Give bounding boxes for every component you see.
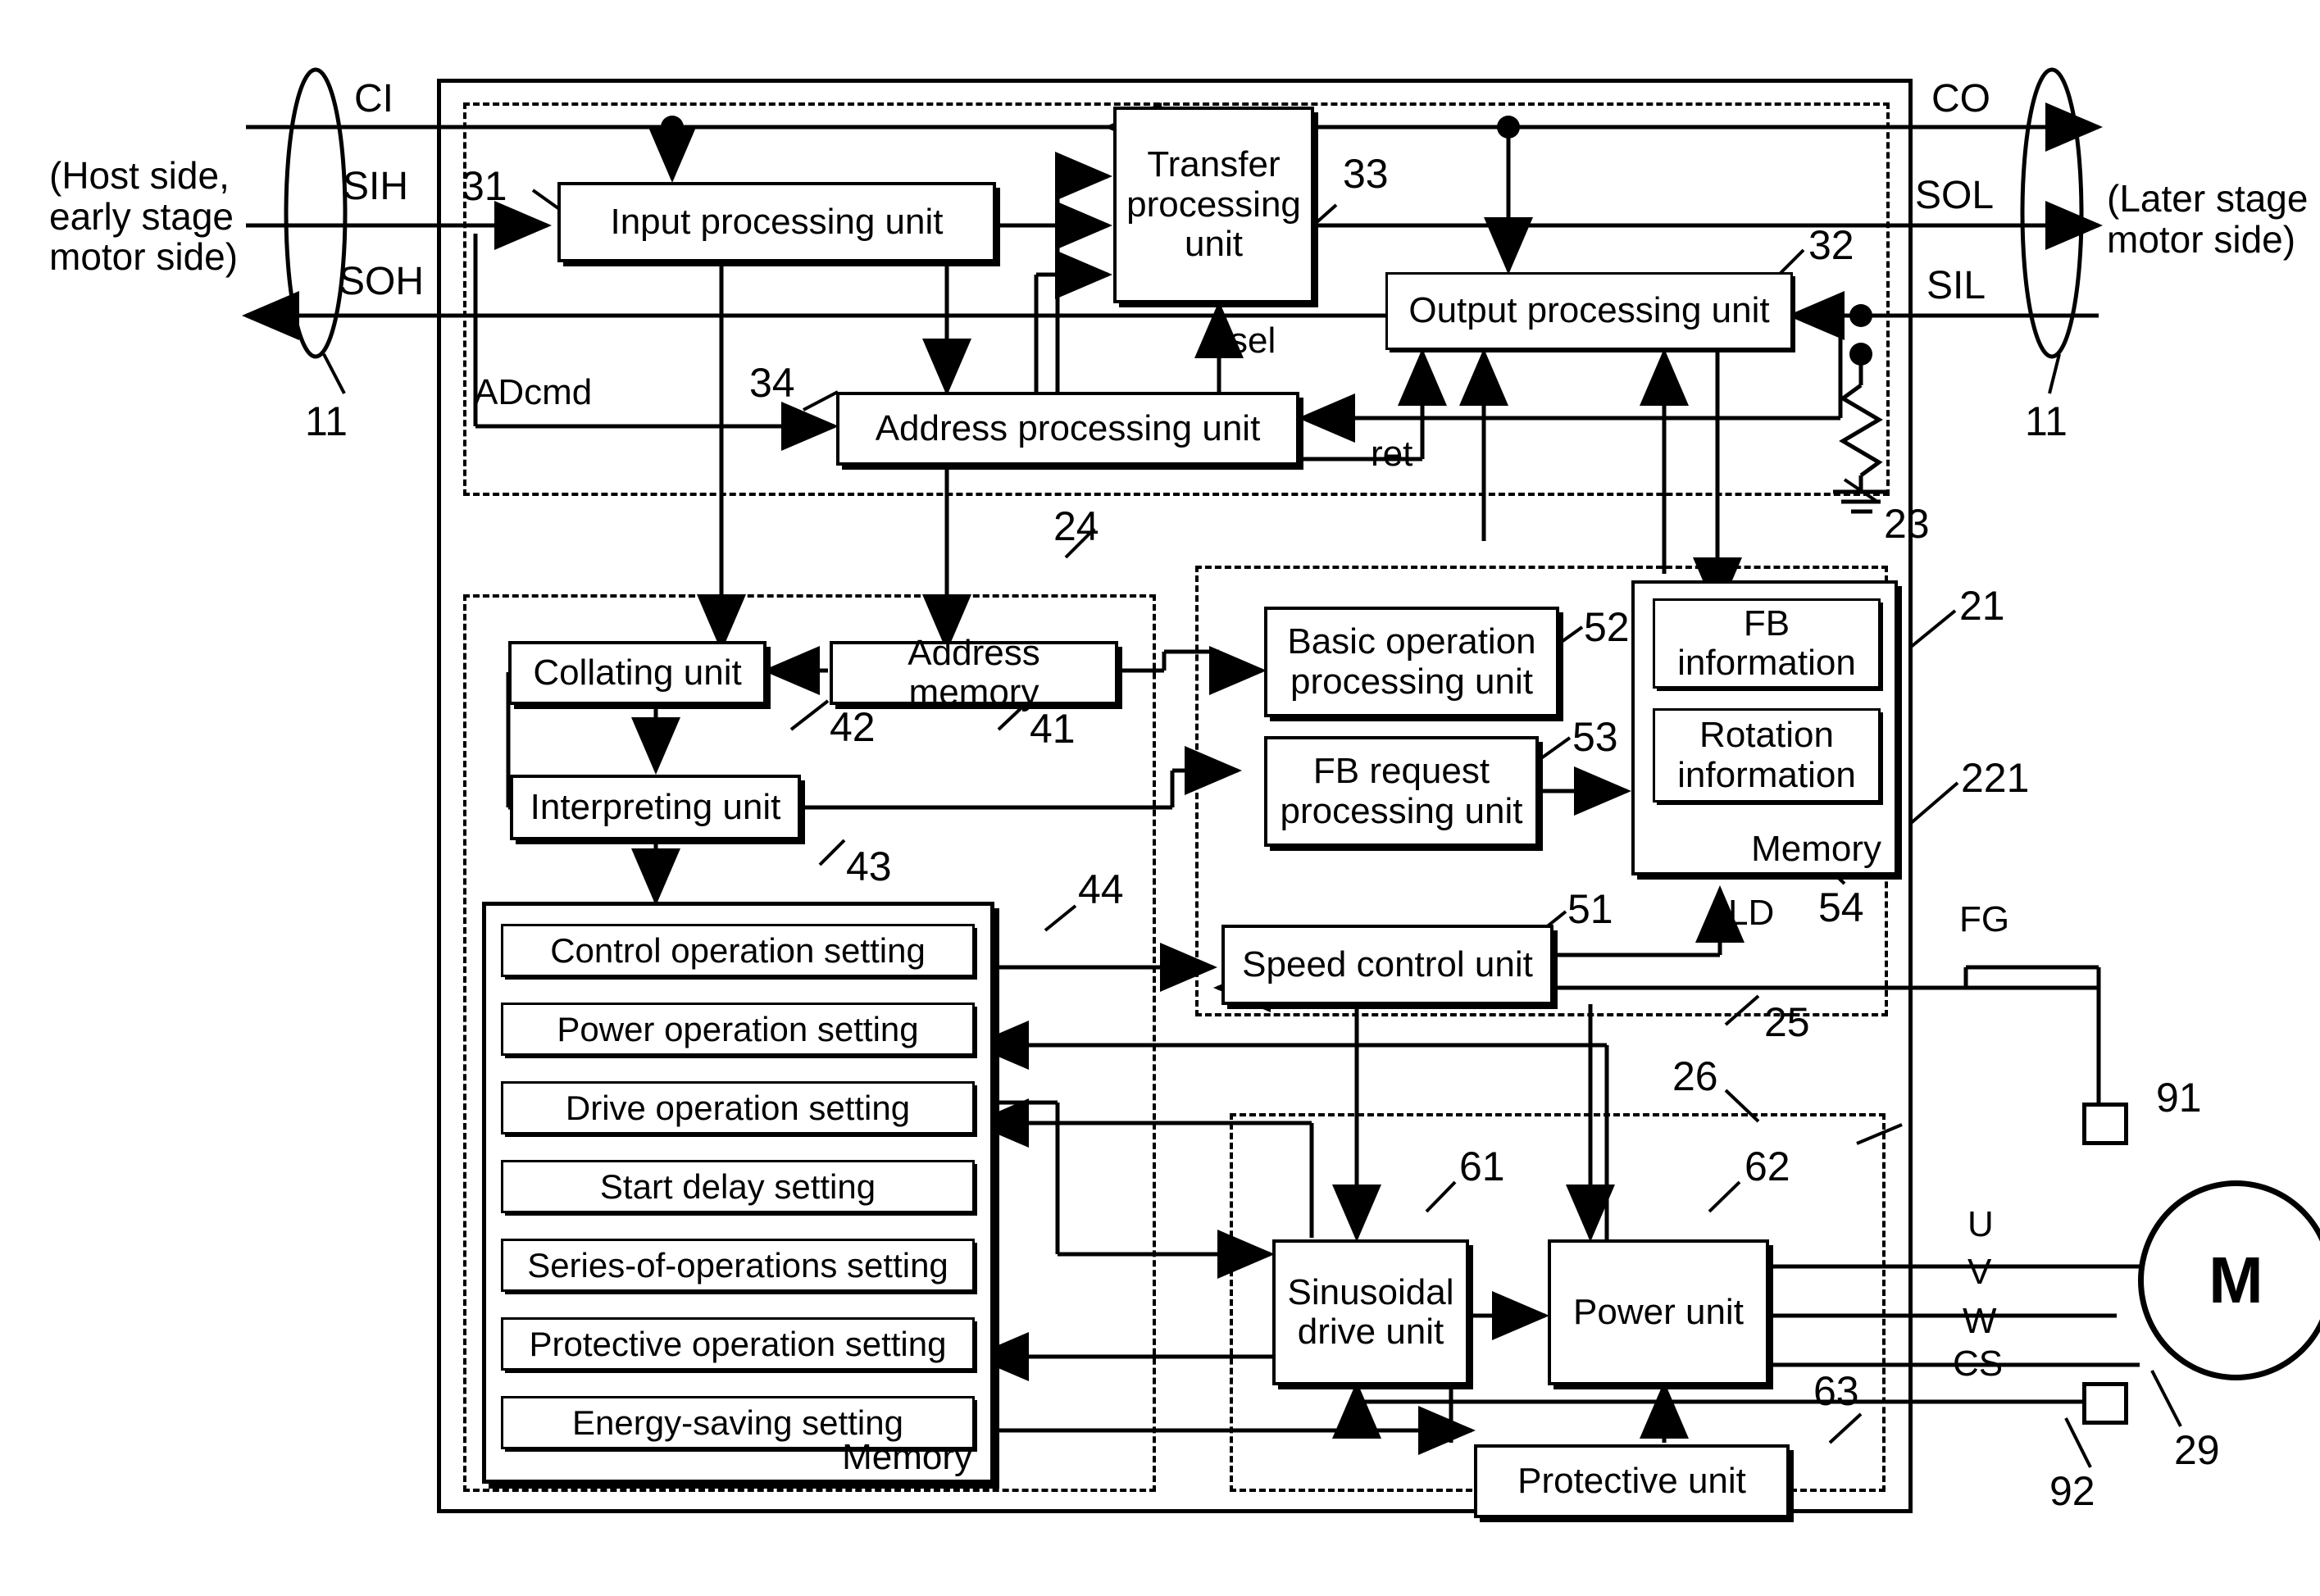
block-label: Sinusoidal drive unit: [1287, 1271, 1454, 1352]
ref-numeral-92: 92: [2049, 1468, 2095, 1514]
ref-numeral-26: 26: [1672, 1053, 1718, 1099]
block-protective-unit[interactable]: Protective unit: [1474, 1444, 1790, 1518]
block-label: Power unit: [1573, 1291, 1744, 1332]
signal-label-sih: SIH: [343, 165, 409, 208]
motor-label: M: [2209, 1244, 2263, 1316]
ref-numeral-29: 29: [2174, 1427, 2220, 1473]
block-label: Interpreting unit: [530, 786, 781, 827]
ref-numeral-34: 34: [749, 360, 795, 406]
block-settings-memory-44[interactable]: Control operation setting Power operatio…: [482, 902, 994, 1484]
block-label: Protective unit: [1517, 1460, 1746, 1501]
ref-numeral-63: 63: [1813, 1368, 1859, 1414]
ref-numeral-31: 31: [462, 163, 507, 209]
setting-row-protective-operation[interactable]: Protective operation setting: [501, 1317, 975, 1371]
setting-label: Series-of-operations setting: [527, 1245, 948, 1285]
ref-numeral-54: 54: [1818, 884, 1864, 930]
ref-numeral-24: 24: [1053, 503, 1099, 549]
setting-label: Power operation setting: [557, 1009, 919, 1048]
side-note-later-stage: (Later stage motor side): [2107, 177, 2309, 261]
side-note-host: (Host side, early stage motor side): [49, 154, 239, 279]
block-basic-operation-processing-unit[interactable]: Basic operation processing unit: [1264, 607, 1559, 717]
ref-numeral-52: 52: [1584, 604, 1630, 650]
signal-label-u: U: [1967, 1204, 1994, 1244]
block-transfer-processing-unit[interactable]: Transfer processing unit: [1113, 107, 1314, 303]
ref-numeral-44: 44: [1078, 866, 1124, 912]
ref-numeral-32: 32: [1808, 222, 1854, 268]
fg-sensor-91: [2082, 1103, 2128, 1145]
block-memory-54[interactable]: FB information Rotation information Memo…: [1631, 580, 1898, 875]
ref-numeral-62: 62: [1745, 1144, 1790, 1189]
block-address-processing-unit[interactable]: Address processing unit: [836, 392, 1299, 466]
block-label: Rotation information: [1677, 715, 1856, 795]
ref-numeral-43: 43: [846, 843, 892, 889]
signal-label-cs: CS: [1953, 1344, 2004, 1384]
ref-numeral-21: 21: [1959, 583, 2005, 629]
setting-label: Start delay setting: [599, 1166, 876, 1206]
signal-label-fg: FG: [1959, 899, 2010, 939]
setting-row-control-operation[interactable]: Control operation setting: [501, 924, 975, 977]
signal-label-co: CO: [1931, 77, 1990, 120]
block-label: FB request processing unit: [1280, 751, 1523, 831]
signal-label-ci: CI: [354, 77, 393, 120]
signal-label-ld: LD: [1728, 893, 1775, 933]
cs-sensor-92: [2082, 1382, 2128, 1425]
setting-row-drive-operation[interactable]: Drive operation setting: [501, 1081, 975, 1134]
block-interpreting-unit[interactable]: Interpreting unit: [510, 775, 801, 840]
block-label: FB information: [1677, 602, 1856, 683]
block-sinusoidal-drive-unit[interactable]: Sinusoidal drive unit: [1272, 1239, 1469, 1385]
ref-numeral-41: 41: [1030, 706, 1076, 752]
block-collating-unit[interactable]: Collating unit: [508, 641, 767, 705]
block-rotation-information[interactable]: Rotation information: [1653, 708, 1881, 803]
setting-label: Control operation setting: [550, 930, 926, 970]
memory-54-caption: Memory: [1751, 828, 1881, 869]
ref-numeral-53: 53: [1572, 714, 1618, 760]
signal-label-sel: sel: [1230, 321, 1276, 361]
ref-numeral-11-right: 11: [2025, 398, 2068, 444]
setting-row-start-delay[interactable]: Start delay setting: [501, 1160, 975, 1213]
block-label: Basic operation processing unit: [1287, 621, 1536, 702]
block-label: Collating unit: [533, 652, 742, 693]
ref-numeral-33: 33: [1343, 151, 1389, 197]
ref-numeral-51: 51: [1567, 886, 1613, 932]
motor-symbol: M: [2138, 1180, 2320, 1380]
block-label: Address processing unit: [875, 407, 1261, 448]
ref-numeral-42: 42: [830, 704, 876, 750]
block-label: Output processing unit: [1408, 290, 1770, 331]
signal-label-soh: SOH: [339, 260, 425, 303]
signal-label-v: V: [1967, 1252, 1992, 1292]
ref-numeral-91: 91: [2156, 1075, 2202, 1121]
setting-label: Protective operation setting: [529, 1324, 947, 1363]
signal-label-sol: SOL: [1915, 174, 1995, 217]
ref-numeral-61: 61: [1459, 1144, 1505, 1189]
setting-row-series-of-operations[interactable]: Series-of-operations setting: [501, 1239, 975, 1292]
block-output-processing-unit[interactable]: Output processing unit: [1385, 272, 1793, 350]
signal-label-ret: ret: [1371, 434, 1413, 474]
block-label: Speed control unit: [1242, 944, 1533, 984]
ref-numeral-221: 221: [1961, 755, 2030, 801]
block-input-processing-unit[interactable]: Input processing unit: [557, 182, 996, 262]
block-fb-information[interactable]: FB information: [1653, 598, 1881, 689]
block-fb-request-processing-unit[interactable]: FB request processing unit: [1264, 736, 1539, 847]
ref-numeral-11-left: 11: [305, 398, 348, 444]
signal-label-sil: SIL: [1927, 264, 1986, 307]
block-speed-control-unit[interactable]: Speed control unit: [1221, 925, 1553, 1005]
block-label: Address memory: [908, 632, 1040, 712]
block-address-memory[interactable]: Address memory: [830, 633, 1118, 712]
signal-label-adcmd: ADcmd: [474, 372, 593, 412]
setting-row-power-operation[interactable]: Power operation setting: [501, 1003, 975, 1056]
signal-label-w: W: [1963, 1301, 1997, 1341]
setting-label: Drive operation setting: [565, 1088, 911, 1127]
settings-memory-caption: Memory: [842, 1437, 972, 1477]
ref-numeral-25: 25: [1764, 999, 1810, 1045]
ref-numeral-23: 23: [1884, 501, 1930, 547]
figure-canvas: Input processing unit Transfer processin…: [0, 0, 2320, 1596]
block-label: Transfer processing unit: [1126, 144, 1301, 265]
block-label: Input processing unit: [610, 201, 944, 242]
block-power-unit[interactable]: Power unit: [1548, 1239, 1769, 1385]
